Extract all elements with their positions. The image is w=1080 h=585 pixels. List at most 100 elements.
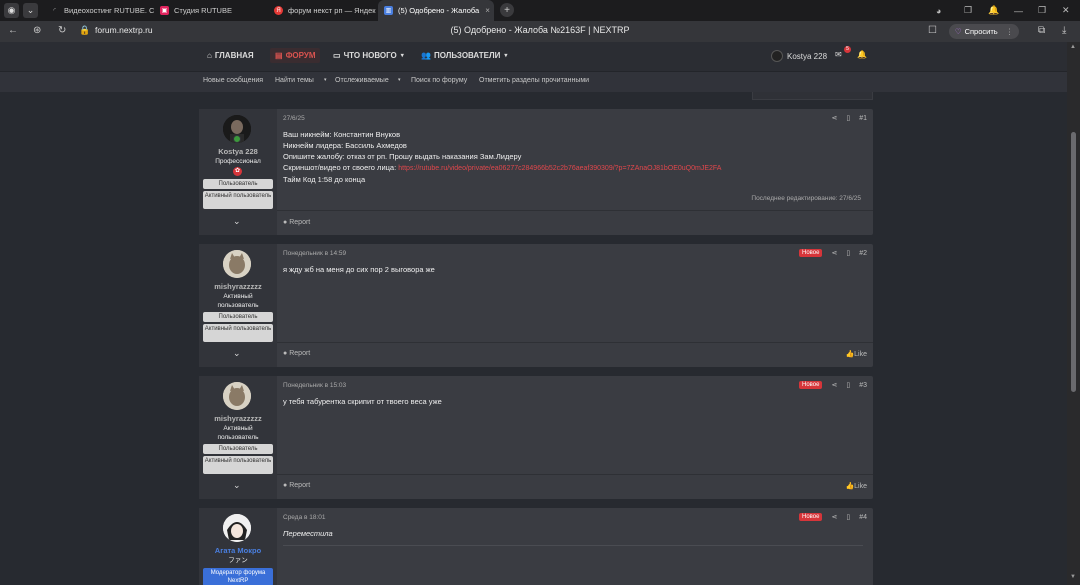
messages-icon[interactable]: ✉ 5 — [835, 46, 851, 59]
yandex-home-icon[interactable]: ⊛ — [33, 25, 41, 36]
post-date[interactable]: Понедельник в 15:03 — [283, 382, 346, 389]
restore-icon[interactable]: ❐ — [1038, 0, 1046, 21]
tab-list-icon[interactable]: ⌄ — [23, 3, 38, 18]
post-number[interactable]: #1 — [859, 115, 867, 122]
avatar-icon[interactable]: ◕ — [936, 0, 941, 21]
post-line-video: Скриншот/видео от своего лица: https://r… — [283, 163, 722, 172]
minimize-icon[interactable]: — — [1014, 0, 1023, 21]
tab-forum-active[interactable]: ▥ (5) Одобрено - Жалоба × — [378, 0, 494, 21]
sub-navigation: Новые сообщения Найти темы ▾ Отслеживаем… — [0, 72, 1067, 92]
yandex-icon: Я — [274, 6, 283, 15]
username[interactable]: mishyrazzzzz — [199, 414, 277, 423]
tab-yandex-search[interactable]: Я форум некст рп — Яндекс — [268, 0, 376, 21]
share-icon[interactable]: ⋖ — [831, 114, 837, 122]
download-icon[interactable]: ⤓ — [1062, 25, 1066, 36]
report-icon: ● — [283, 219, 288, 226]
post-4: Агата Мокро ファン Модератор форума NextRP … — [199, 508, 873, 585]
avatar[interactable] — [223, 250, 251, 278]
report-button[interactable]: ● Report — [283, 219, 310, 226]
avatar[interactable] — [223, 514, 251, 542]
video-link[interactable]: https://rutube.ru/video/private/ea06277c… — [398, 165, 721, 172]
post-number[interactable]: #2 — [859, 250, 867, 257]
post-line-leader: Никнейм лидера: Бассиль Ахмедов — [283, 141, 407, 150]
close-tab-icon[interactable]: × — [485, 6, 490, 15]
chevron-down-icon[interactable]: ⌄ — [233, 480, 241, 491]
post-footer: ● Report 👍Like — [277, 342, 873, 367]
subnav-mark-read[interactable]: Отметить разделы прочитанными — [479, 77, 589, 84]
bookmark-icon[interactable]: ☐ — [928, 25, 937, 36]
bookmark-icon[interactable]: ▯ — [846, 513, 850, 521]
lock-icon: 🔒 — [79, 25, 91, 35]
url-field[interactable]: forum.nextrp.ru — [95, 25, 153, 35]
reload-icon[interactable]: ↻ — [58, 25, 66, 36]
tab-rutube-studio[interactable]: ▣ Студия RUTUBE — [154, 0, 266, 21]
new-tab-button[interactable]: + — [500, 3, 514, 17]
tab-rutube[interactable]: ◜ Видеохостинг RUTUBE. С — [44, 0, 154, 21]
post-number[interactable]: #3 — [859, 382, 867, 389]
post-actions: ⋖ ▯ #1 — [831, 114, 867, 123]
nav-whats-new[interactable]: ▭ ЧТО НОВОГО ▾ — [333, 51, 404, 60]
back-icon[interactable]: ← — [8, 25, 18, 36]
post-number[interactable]: #4 — [859, 514, 867, 521]
share-icon[interactable]: ⋖ — [831, 513, 837, 521]
post-1: Kostya 228 Профессионал ✿ Пользователь А… — [199, 109, 873, 235]
scrollbar-thumb[interactable] — [1071, 132, 1076, 392]
scroll-down-icon[interactable]: ▼ — [1070, 574, 1076, 580]
bookmark-icon[interactable]: ▯ — [846, 114, 850, 122]
post-line-nickname: Ваш никнейм: Константин Внуков — [283, 130, 401, 139]
avatar[interactable] — [223, 382, 251, 410]
subnav-watched[interactable]: Отслеживаемые — [335, 77, 389, 84]
share-icon[interactable]: ⋖ — [831, 249, 837, 257]
chevron-down-icon[interactable]: ⌄ — [233, 348, 241, 359]
username[interactable]: mishyrazzzzz — [199, 282, 277, 291]
like-button[interactable]: 👍Like — [845, 350, 867, 358]
site-navigation: ⌂ ГЛАВНАЯ ▤ ФОРУМ ▭ ЧТО НОВОГО ▾ 👥 ПОЛЬЗОВАТЕ… — [0, 42, 1067, 72]
bookmark-icon[interactable]: ▯ — [846, 249, 850, 257]
report-button[interactable]: ● Report — [283, 482, 310, 489]
post-date[interactable]: Среда в 18:01 — [283, 514, 326, 521]
nav-forum[interactable]: ▤ ФОРУМ — [270, 48, 321, 63]
report-button[interactable]: ● Report — [283, 350, 310, 357]
post-date[interactable]: 27/6/25 — [283, 115, 305, 122]
chevron-down-icon: ▾ — [398, 77, 401, 83]
bell-icon[interactable]: 🔔 — [857, 50, 867, 59]
badge-active-user: Активный пользователь — [203, 456, 273, 474]
last-edited: Последнее редактирование: 27/6/25 — [751, 195, 861, 202]
online-icon — [233, 135, 241, 143]
browser-menu-icon[interactable]: ◉ — [4, 3, 19, 18]
subnav-new-posts[interactable]: Новые сообщения — [203, 77, 263, 84]
more-icon[interactable]: ⋮ — [1006, 27, 1014, 36]
user-award-icon: ✿ — [233, 167, 242, 176]
nav-users[interactable]: 👥 ПОЛЬЗОВАТЕЛИ ▾ — [421, 51, 507, 60]
post-actions: Новое ⋖ ▯ #4 — [799, 513, 867, 521]
notifications-browser-icon[interactable]: 🔔 — [988, 0, 999, 21]
comment-icon: ▭ — [333, 51, 341, 60]
nav-home[interactable]: ⌂ ГЛАВНАЯ — [207, 51, 254, 60]
like-button[interactable]: 👍Like — [845, 482, 867, 490]
chevron-down-icon[interactable]: ⌄ — [233, 216, 241, 227]
user-info: mishyrazzzzz Активный пользователь Польз… — [199, 376, 277, 499]
thumbs-up-icon: 👍 — [845, 483, 855, 490]
bookmark-icon[interactable]: ▯ — [846, 381, 850, 389]
post-footer: ● Report 👍Like — [277, 474, 873, 499]
subnav-search[interactable]: Поиск по форуму — [411, 77, 467, 84]
scroll-up-icon[interactable]: ▲ — [1070, 44, 1076, 50]
page-scrollbar[interactable]: ▲ ▼ — [1067, 42, 1080, 585]
subnav-find-threads[interactable]: Найти темы — [275, 77, 314, 84]
user-menu[interactable]: Kostya 228 — [771, 50, 827, 62]
ask-alice-button[interactable]: ♡ Спросить ⋮ — [949, 24, 1019, 39]
new-badge: Новое — [799, 513, 823, 521]
loading-icon: ◜ — [53, 8, 56, 14]
collections-icon[interactable]: ❐ — [964, 0, 972, 21]
post-date[interactable]: Понедельник в 14:59 — [283, 250, 346, 257]
username[interactable]: Kostya 228 — [199, 147, 277, 156]
chevron-down-icon: ▾ — [504, 53, 508, 59]
close-window-icon[interactable]: ✕ — [1062, 0, 1070, 21]
share-icon[interactable]: ⋖ — [831, 381, 837, 389]
forum-icon: ▤ — [275, 51, 283, 60]
username-moderator[interactable]: Агата Мокро — [199, 546, 277, 555]
users-icon: 👥 — [421, 51, 431, 60]
chevron-down-icon: ▾ — [400, 53, 404, 59]
cat-avatar-icon — [223, 250, 251, 278]
sidebar-icon[interactable]: ⧉ — [1038, 25, 1045, 36]
